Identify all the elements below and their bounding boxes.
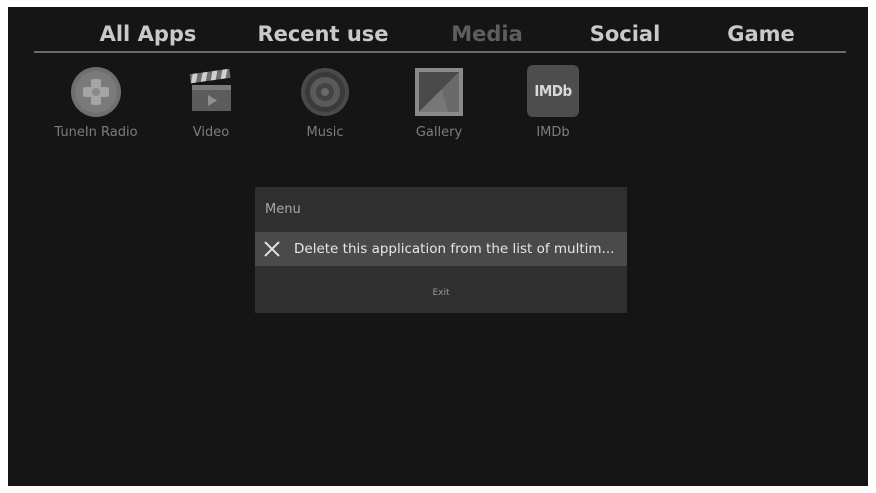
app-label: IMDb	[536, 125, 570, 140]
delete-from-list-menu-item[interactable]: Delete this application from the list of…	[255, 232, 627, 266]
imdb-icon: IMDb	[526, 65, 580, 119]
app-video[interactable]: Video	[156, 65, 266, 147]
exit-button[interactable]: Exit	[255, 275, 627, 311]
picture-icon	[412, 65, 466, 119]
imdb-logo-text: IMDb	[527, 65, 579, 117]
clapperboard-icon	[184, 65, 238, 119]
app-label: Music	[306, 125, 344, 140]
tab-divider	[34, 51, 846, 53]
tv-screen: All Apps Recent use Media Social Game Tu…	[8, 7, 868, 486]
tunein-radio-icon	[69, 65, 123, 119]
tab-social[interactable]: Social	[577, 17, 673, 51]
tab-all-apps[interactable]: All Apps	[88, 17, 208, 51]
close-icon	[263, 240, 281, 258]
speaker-icon	[298, 65, 352, 119]
app-music[interactable]: Music	[270, 65, 380, 147]
tab-media[interactable]: Media	[440, 17, 534, 51]
tab-recent-use[interactable]: Recent use	[253, 17, 393, 51]
app-tunein-radio[interactable]: TuneIn Radio	[41, 65, 151, 147]
category-tabs: All Apps Recent use Media Social Game	[40, 17, 845, 53]
app-label: Video	[192, 125, 230, 140]
context-menu-dialog: Menu Delete this application from the li…	[255, 187, 627, 313]
app-imdb[interactable]: IMDb IMDb	[498, 65, 608, 147]
app-gallery[interactable]: Gallery	[384, 65, 494, 147]
app-label: TuneIn Radio	[54, 125, 138, 140]
tab-game[interactable]: Game	[713, 17, 809, 51]
menu-item-label: Delete this application from the list of…	[294, 241, 615, 257]
app-label: Gallery	[415, 125, 463, 140]
dialog-title: Menu	[265, 202, 301, 217]
